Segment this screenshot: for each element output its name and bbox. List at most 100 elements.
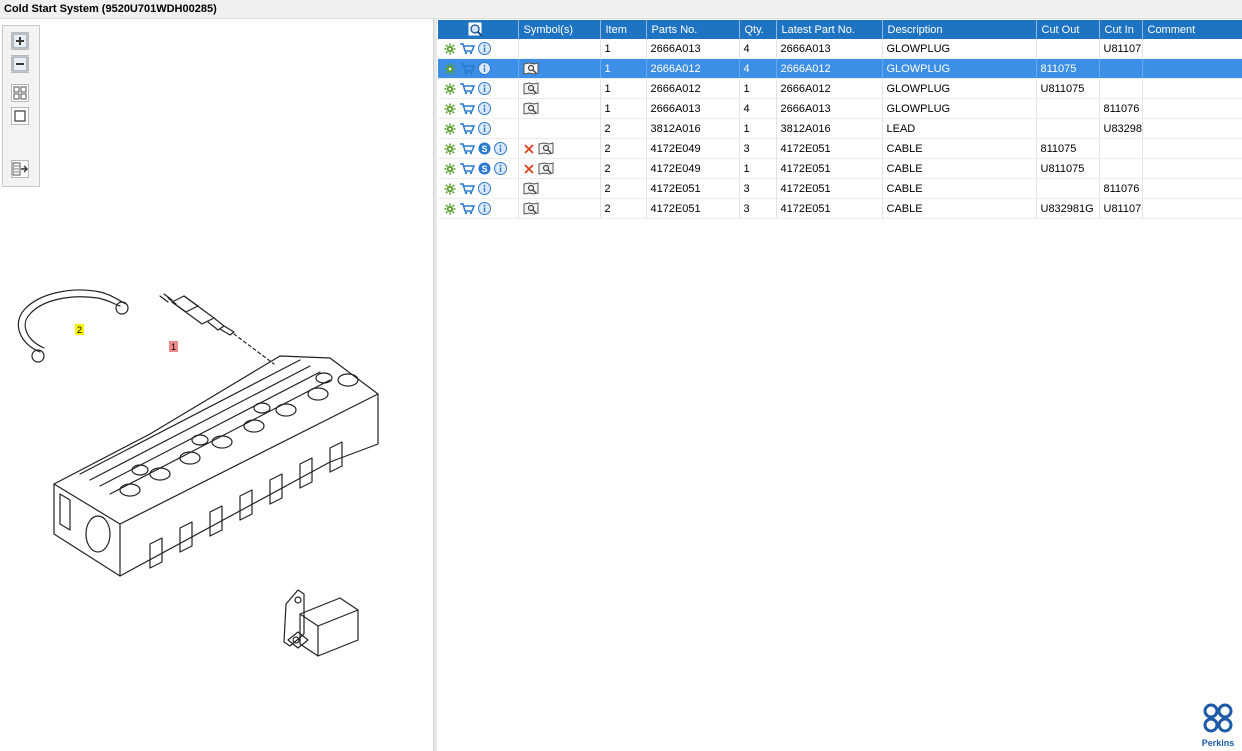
- cart-icon[interactable]: [459, 122, 475, 135]
- column-header-cut-out[interactable]: Cut Out: [1036, 20, 1100, 39]
- info-icon[interactable]: [478, 62, 491, 75]
- perkins-logo: Perkins: [1200, 701, 1236, 748]
- cut-out-cell: U832981G: [1036, 198, 1100, 219]
- callout-1-label: 1: [171, 342, 176, 352]
- symbols-cell: [518, 178, 601, 199]
- table-row[interactable]: S 2 4172E049 1 4172E051 CABLE U811075: [438, 158, 1242, 179]
- info-icon[interactable]: [494, 162, 507, 175]
- cart-icon[interactable]: [459, 102, 475, 115]
- comment-cell: [1142, 138, 1242, 159]
- column-header-search[interactable]: [438, 20, 519, 39]
- gear-icon[interactable]: [444, 83, 456, 95]
- table-row[interactable]: S 2 4172E049 3 4172E051 CABLE 811075: [438, 138, 1242, 159]
- column-header-item[interactable]: Item: [600, 20, 647, 39]
- cart-icon[interactable]: [459, 62, 475, 75]
- action-icons-cell: [438, 58, 519, 79]
- cut-in-cell: 811076: [1099, 178, 1143, 199]
- qty-cell: 4: [739, 58, 777, 79]
- column-header-comment[interactable]: Comment: [1142, 20, 1242, 39]
- fit-all-button[interactable]: [11, 84, 29, 102]
- info-icon[interactable]: [494, 142, 507, 155]
- table-row[interactable]: 23812A01613812A016LEADU832981G: [438, 118, 1242, 139]
- image-search-icon[interactable]: [538, 162, 554, 175]
- cart-icon[interactable]: [459, 42, 475, 55]
- exploded-parts-drawing[interactable]: 2 1: [0, 244, 433, 664]
- latest-part-no-cell: 4172E051: [776, 198, 883, 219]
- description-cell: GLOWPLUG: [882, 39, 1037, 59]
- symbols-cell: [518, 138, 601, 159]
- gear-icon[interactable]: [444, 63, 456, 75]
- comment-cell: [1142, 39, 1242, 59]
- gear-icon[interactable]: [444, 183, 456, 195]
- item-cell: 1: [600, 78, 647, 99]
- symbols-cell: [518, 158, 601, 179]
- image-search-icon[interactable]: [523, 62, 539, 75]
- info-icon[interactable]: [478, 202, 491, 215]
- qty-cell: 3: [739, 138, 777, 159]
- symbols-cell: [518, 98, 601, 119]
- column-header-symbols[interactable]: Symbol(s): [518, 20, 601, 39]
- image-search-icon[interactable]: [523, 202, 539, 215]
- description-cell: CABLE: [882, 178, 1037, 199]
- table-row[interactable]: 2 4172E051 3 4172E051 CABLE 811076: [438, 178, 1242, 199]
- gear-icon[interactable]: [444, 103, 456, 115]
- column-header-parts-no[interactable]: Parts No.: [646, 20, 740, 39]
- gear-icon[interactable]: [444, 43, 456, 55]
- description-cell: CABLE: [882, 198, 1037, 219]
- cart-icon[interactable]: [459, 182, 475, 195]
- comment-cell: [1142, 178, 1242, 199]
- svg-text:S: S: [481, 144, 487, 154]
- fit-window-button[interactable]: [11, 107, 29, 125]
- drawing-pane[interactable]: 2 1: [0, 19, 433, 751]
- action-icons-cell: S: [438, 158, 519, 179]
- column-header-description[interactable]: Description: [882, 20, 1037, 39]
- supersession-icon[interactable]: S: [478, 142, 491, 155]
- description-cell: GLOWPLUG: [882, 98, 1037, 119]
- info-icon[interactable]: [478, 82, 491, 95]
- cut-out-cell: [1036, 178, 1100, 199]
- symbols-cell: [518, 58, 601, 79]
- table-row[interactable]: 1 2666A012 1 2666A012 GLOWPLUG U811075: [438, 78, 1242, 99]
- action-icons-cell: [438, 178, 519, 199]
- callout-2-label: 2: [77, 325, 82, 335]
- cut-out-cell: U811075: [1036, 158, 1100, 179]
- image-search-icon[interactable]: [523, 182, 539, 195]
- gear-icon[interactable]: [444, 143, 456, 155]
- description-cell: GLOWPLUG: [882, 78, 1037, 99]
- zoom-out-icon: [12, 56, 28, 72]
- image-search-icon[interactable]: [523, 102, 539, 115]
- cut-out-cell: [1036, 98, 1100, 119]
- latest-part-no-cell: 4172E051: [776, 138, 883, 159]
- table-row[interactable]: 24172E05134172E051CABLEU832981GU811076: [438, 198, 1242, 219]
- zoom-out-button[interactable]: [11, 55, 29, 73]
- table-row[interactable]: 12666A01342666A013GLOWPLUGU811075: [438, 39, 1242, 59]
- image-search-icon[interactable]: [538, 142, 554, 155]
- export-button[interactable]: [11, 160, 29, 178]
- info-icon[interactable]: [478, 182, 491, 195]
- info-icon[interactable]: [478, 102, 491, 115]
- table-row[interactable]: 1 2666A012 4 2666A012 GLOWPLUG 811075: [438, 58, 1242, 79]
- cart-icon[interactable]: [459, 142, 475, 155]
- image-search-icon[interactable]: [523, 82, 539, 95]
- column-header-qty[interactable]: Qty.: [739, 20, 777, 39]
- description-cell: CABLE: [882, 138, 1037, 159]
- cart-icon[interactable]: [459, 162, 475, 175]
- cart-icon[interactable]: [459, 202, 475, 215]
- column-header-latest-part-no[interactable]: Latest Part No.: [776, 20, 883, 39]
- symbols-cell: [518, 198, 601, 219]
- parts-no-cell: 4172E051: [646, 178, 740, 199]
- zoom-in-button[interactable]: [11, 32, 29, 50]
- info-icon[interactable]: [478, 122, 491, 135]
- info-icon[interactable]: [478, 42, 491, 55]
- column-header-cut-in[interactable]: Cut In: [1099, 20, 1143, 39]
- supersession-icon[interactable]: S: [478, 162, 491, 175]
- latest-part-no-cell: 2666A013: [776, 39, 883, 59]
- grid-icon: [13, 86, 27, 100]
- x-mark-icon: [523, 163, 535, 175]
- gear-icon[interactable]: [444, 163, 456, 175]
- gear-icon[interactable]: [444, 203, 456, 215]
- x-mark-icon: [523, 143, 535, 155]
- gear-icon[interactable]: [444, 123, 456, 135]
- table-row[interactable]: 1 2666A013 4 2666A013 GLOWPLUG 811076: [438, 98, 1242, 119]
- cart-icon[interactable]: [459, 82, 475, 95]
